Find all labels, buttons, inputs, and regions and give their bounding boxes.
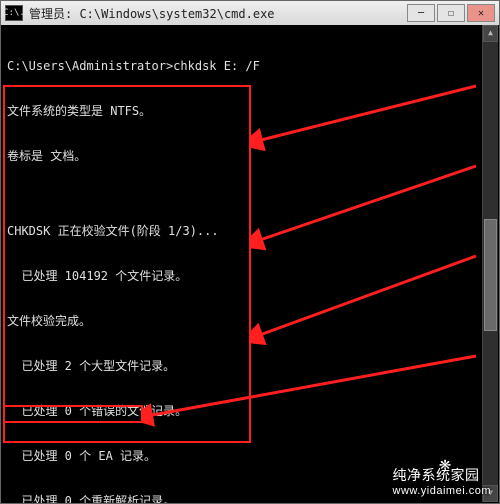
vertical-scrollbar[interactable]: ▲ ▼ xyxy=(482,25,498,502)
console-output: C:\Users\Administrator>chkdsk E: /F 文件系统… xyxy=(1,25,499,503)
cmd-icon: C:\. xyxy=(5,5,23,21)
scroll-thumb[interactable] xyxy=(484,219,497,331)
maximize-button[interactable]: ☐ xyxy=(437,4,465,22)
console-line: 已处理 0 个 EA 记录。 xyxy=(7,449,493,464)
title-bar[interactable]: C:\. 管理员: C:\Windows\system32\cmd.exe ─ … xyxy=(1,1,499,26)
console-line: 已处理 2 个大型文件记录。 xyxy=(7,359,493,374)
watermark: 纯净系统家园 www.yidaimei.com xyxy=(393,465,491,497)
console-line: CHKDSK 正在校验文件(阶段 1/3)... xyxy=(7,224,493,239)
minimize-button[interactable]: ─ xyxy=(407,4,435,22)
console-line: 文件校验完成。 xyxy=(7,314,493,329)
scroll-up-button[interactable]: ▲ xyxy=(483,25,498,42)
console-line: 已处理 0 个错误的文件记录。 xyxy=(7,404,493,419)
window-title: 管理员: C:\Windows\system32\cmd.exe xyxy=(29,5,405,22)
console-line: 文件系统的类型是 NTFS。 xyxy=(7,104,493,119)
console-line: 已处理 104192 个文件记录。 xyxy=(7,269,493,284)
watermark-sub: www.yidaimei.com xyxy=(393,485,491,497)
close-button[interactable]: ✕ xyxy=(467,4,495,22)
cmd-window: C:\. 管理员: C:\Windows\system32\cmd.exe ─ … xyxy=(0,0,500,504)
watermark-main: 纯净系统家园 xyxy=(393,467,480,483)
console-line: C:\Users\Administrator>chkdsk E: /F xyxy=(7,59,493,74)
console-line: 卷标是 文档。 xyxy=(7,149,493,164)
scroll-track[interactable] xyxy=(483,42,498,485)
